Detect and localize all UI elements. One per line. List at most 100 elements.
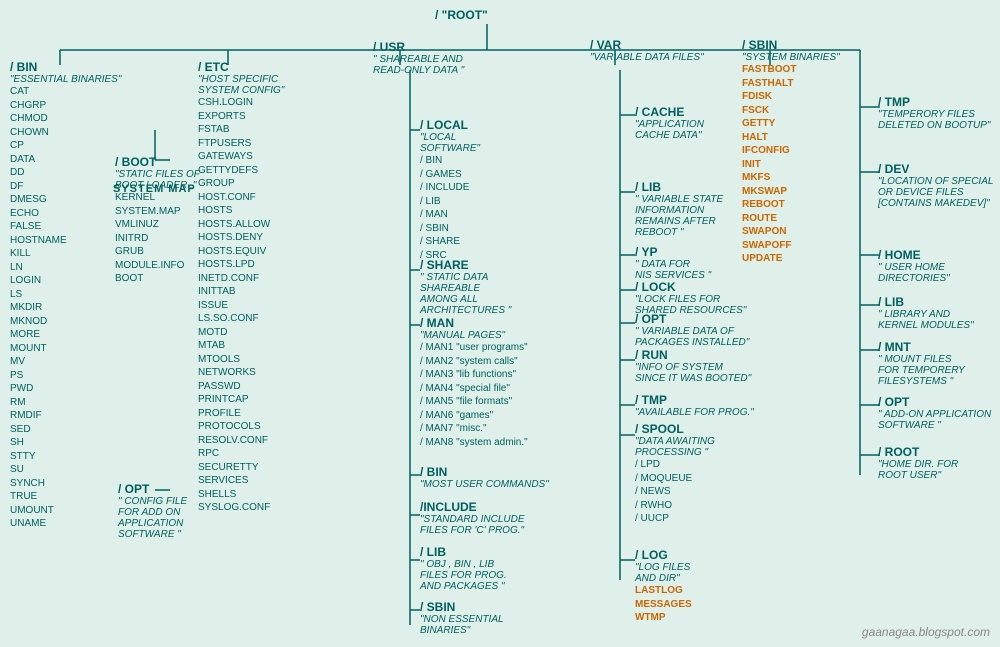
usr-lib-title: / LIB [420,545,507,559]
home-desc: " USER HOMEDIRECTORIES" [878,262,950,284]
var-node: / VAR "VARIABLE DATA FILES" [590,38,704,63]
etc-desc: "HOST SPECIFICSYSTEM CONFIG" [198,74,284,96]
var-run-title: / RUN [635,348,751,362]
swapoff-item: SWAPOFF [742,240,791,251]
etc-node: / ETC "HOST SPECIFICSYSTEM CONFIG" CSH.L… [198,60,284,515]
mnt-node: / MNT " MOUNT FILESFOR TEMPORERYFILESYST… [878,340,965,387]
tmp-desc: "TEMPERORY FILESDELETED ON BOOTUP" [878,109,990,131]
var-log-title: / LOG [635,548,692,562]
etc-opt-desc: " CONFIG FILEFOR ADD ONAPPLICATIONSOFTWA… [118,496,187,540]
mkswap-item: MKSWAP [742,186,787,197]
bin-desc: "ESSENTIAL BINARIES" [10,74,121,85]
usr-share-desc: " STATIC DATASHAREABLEAMONG ALLARCHITECT… [420,272,511,316]
root-home-title: / ROOT [878,445,958,459]
usr-include-title: /INCLUDE [420,500,525,514]
var-yp-node: / YP " DATA FORNIS SERVICES " [635,245,711,281]
var-log-items: LASTLOG MESSAGES WTMP [635,584,692,625]
usr-bin-desc: "MOST USER COMMANDS" [420,479,549,490]
usr-local-items: / BIN/ GAMES/ INCLUDE/ LIB/ MAN/ SBIN/ S… [420,154,480,262]
usr-man-title: / MAN [420,316,528,330]
mkfs-item: MKFS [742,172,770,183]
init-item: INIT [742,159,761,170]
etc-items: CSH.LOGINEXPORTSFSTABFTPUSERSGATEWAYSGET… [198,96,284,515]
opt-node: / OPT " ADD-ON APPLICATIONSOFTWARE " [878,395,991,431]
var-lock-title: / LOCK [635,280,746,294]
usr-include-desc: "STANDARD INCLUDEFILES FOR 'C' PROG." [420,514,525,536]
usr-man-node: / MAN "MANUAL PAGES" / MAN1 "user progra… [420,316,528,449]
var-spool-items: / LPD/ MOQUEUE/ NEWS/ RWHO/ UUCP [635,458,715,526]
bin-node: / BIN "ESSENTIAL BINARIES" CATCHGRPCHMOD… [10,60,121,531]
fsck-item: FSCK [742,105,769,116]
root-home-node: / ROOT "HOME DIR. FORROOT USER" [878,445,958,481]
usr-sbin-node: / SBIN "NON ESSENTIALBINARIES" [420,600,504,636]
root-node: / "ROOT" [435,8,488,22]
usr-local-node: / LOCAL "LOCALSOFTWARE" / BIN/ GAMES/ IN… [420,118,480,262]
var-yp-desc: " DATA FORNIS SERVICES " [635,259,711,281]
home-title: / HOME [878,248,950,262]
var-tmp-title: / TMP [635,393,754,407]
usr-man-desc: "MANUAL PAGES" [420,330,528,341]
etc-opt-title: / OPT [118,482,187,496]
fdisk-item: FDISK [742,91,772,102]
usr-sbin-title: / SBIN [420,600,504,614]
usr-title: / USR [373,40,464,54]
bin-title: / BIN [10,60,121,74]
root-title: / "ROOT" [435,8,488,22]
usr-bin-title: / BIN [420,465,549,479]
var-opt-title: / OPT [635,312,749,326]
usr-bin-node: / BIN "MOST USER COMMANDS" [420,465,549,490]
root-home-desc: "HOME DIR. FORROOT USER" [878,459,958,481]
mnt-title: / MNT [878,340,965,354]
opt-title: / OPT [878,395,991,409]
var-lock-node: / LOCK "LOCK FILES FORSHARED RESOURCES" [635,280,746,316]
swapon-item: SWAPON [742,226,786,237]
home-node: / HOME " USER HOMEDIRECTORIES" [878,248,950,284]
sbin-title: / SBIN [742,38,840,52]
watermark: gaanagaa.blogspot.com [862,625,990,639]
boot-title: / BOOT [115,155,200,169]
var-cache-node: / CACHE "APPLICATIONCACHE DATA" [635,105,704,141]
bin-items: CATCHGRPCHMODCHOWNCPDATADDDFDMESGECHOFAL… [10,85,121,531]
halt-item: HALT [742,132,768,143]
lib-title: / LIB [878,295,974,309]
usr-sbin-desc: "NON ESSENTIALBINARIES" [420,614,504,636]
page: / "ROOT" / BIN "ESSENTIAL BINARIES" CATC… [0,0,1000,647]
usr-lib-desc: " OBJ , BIN , LIBFILES FOR PROG.AND PACK… [420,559,507,592]
var-title: / VAR [590,38,704,52]
reboot-item: REBOOT [742,199,785,210]
var-cache-desc: "APPLICATIONCACHE DATA" [635,119,704,141]
ifconfig-item: IFCONFIG [742,145,790,156]
mnt-desc: " MOUNT FILESFOR TEMPORERYFILESYSTEMS " [878,354,965,387]
sbin-node: / SBIN "SYSTEM BINARIES" FASTBOOT FASTHA… [742,38,840,266]
messages-item: MESSAGES [635,599,692,610]
var-yp-title: / YP [635,245,711,259]
lib-desc: " LIBRARY ANDKERNEL MODULES" [878,309,974,331]
update-item: UPDATE [742,253,782,264]
etc-opt-node: / OPT " CONFIG FILEFOR ADD ONAPPLICATION… [118,482,187,540]
usr-local-title: / LOCAL [420,118,480,132]
var-cache-title: / CACHE [635,105,704,119]
var-opt-node: / OPT " VARIABLE DATA OFPACKAGES INSTALL… [635,312,749,348]
usr-local-desc: "LOCALSOFTWARE" [420,132,480,154]
route-item: ROUTE [742,213,777,224]
lastlog-item: LASTLOG [635,585,683,596]
opt-desc: " ADD-ON APPLICATIONSOFTWARE " [878,409,991,431]
fasthalt-item: FASTHALT [742,78,793,89]
var-spool-node: / SPOOL "DATA AWAITINGPROCESSING " / LPD… [635,422,715,526]
usr-lib-node: / LIB " OBJ , BIN , LIBFILES FOR PROG.AN… [420,545,507,592]
usr-share-node: / SHARE " STATIC DATASHAREABLEAMONG ALLA… [420,258,511,316]
tmp-node: / TMP "TEMPERORY FILESDELETED ON BOOTUP" [878,95,990,131]
lib-node: / LIB " LIBRARY ANDKERNEL MODULES" [878,295,974,331]
sbin-desc: "SYSTEM BINARIES" [742,52,840,63]
boot-items: KERNELSYSTEM.MAPVMLINUZINITRDGRUBMODULE.… [115,191,200,286]
usr-share-title: / SHARE [420,258,511,272]
fastboot-item: FASTBOOT [742,64,796,75]
usr-node: / USR " SHAREABLE ANDREAD-ONLY DATA " [373,40,464,76]
dev-title: / DEV [878,162,993,176]
tmp-title: / TMP [878,95,990,109]
var-run-node: / RUN "INFO OF SYSTEMSINCE IT WAS BOOTED… [635,348,751,384]
wtmp-item: WTMP [635,612,666,623]
var-log-desc: "LOG FILESAND DIR" [635,562,692,584]
etc-title: / ETC [198,60,284,74]
dev-node: / DEV "LOCATION OF SPECIALOR DEVICE FILE… [878,162,993,209]
